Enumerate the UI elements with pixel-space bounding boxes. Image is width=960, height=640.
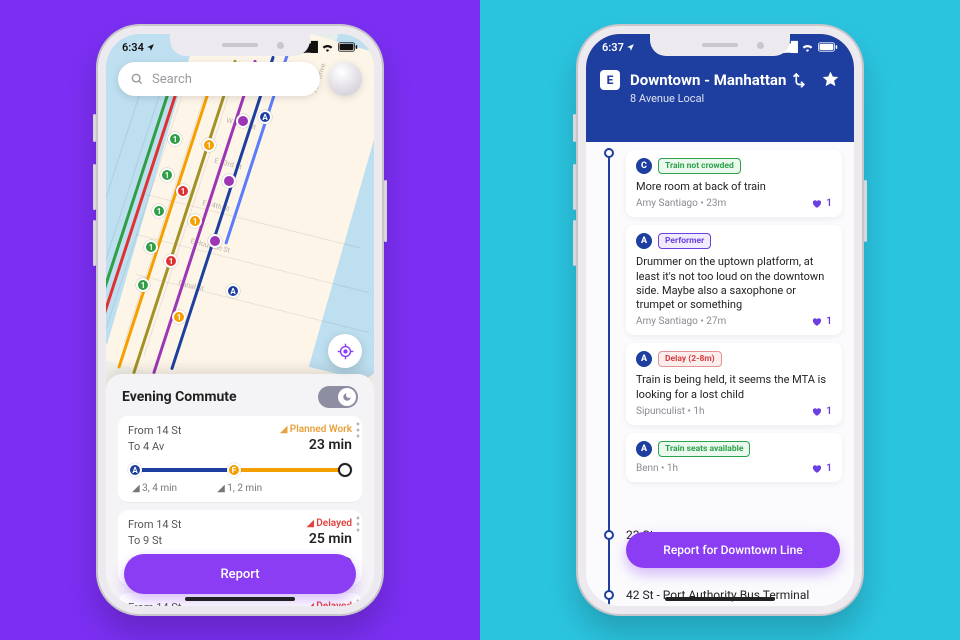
- favorite-icon[interactable]: [821, 70, 840, 94]
- leg-time: ◢ 3, 4 min: [132, 483, 177, 494]
- map-station[interactable]: 1: [202, 138, 216, 152]
- map-station[interactable]: [208, 234, 222, 248]
- more-icon[interactable]: •••: [352, 422, 364, 440]
- phone-right: 6:37 ▂▄▆█ E Downtown - Manhattan 8 Avenu…: [576, 24, 864, 616]
- screen-left: 6:34 ▂▄▆█ W: [106, 34, 374, 606]
- route-from: From 14 St: [128, 601, 181, 606]
- route-from: From 14 St: [128, 424, 181, 437]
- reports-feed[interactable]: C Train not crowded More room at back of…: [586, 142, 854, 606]
- report-card[interactable]: C Train not crowded More room at back of…: [626, 150, 842, 217]
- report-card[interactable]: A Train seats available Benn • 1h 1: [626, 433, 842, 482]
- map-station[interactable]: 1: [176, 184, 190, 198]
- report-meta: Amy Santiago • 23m: [636, 198, 726, 209]
- line-badge: A: [636, 441, 652, 457]
- line-badge: F: [227, 463, 241, 477]
- report-meta: Sipunculist • 1h: [636, 406, 705, 417]
- route-eta: 23 min: [309, 437, 352, 453]
- route-status: ◢ Delayed: [307, 601, 352, 606]
- leg-time: ◢ 1, 2 min: [217, 483, 262, 494]
- report-card[interactable]: A Performer Drummer on the uptown platfo…: [626, 225, 842, 335]
- line-badge: A: [636, 233, 652, 249]
- line-title: Downtown - Manhattan: [630, 71, 786, 89]
- report-body: Train is being held, it seems the MTA is…: [636, 373, 832, 402]
- report-tag: Performer: [658, 233, 711, 249]
- screen-right: 6:37 ▂▄▆█ E Downtown - Manhattan 8 Avenu…: [586, 34, 854, 606]
- like-button[interactable]: 1: [811, 198, 832, 209]
- map-station[interactable]: 1: [168, 132, 182, 146]
- like-button[interactable]: 1: [811, 463, 832, 474]
- map-station[interactable]: 1: [152, 204, 166, 218]
- report-line-button[interactable]: Report for Downtown Line: [626, 532, 840, 568]
- map-station[interactable]: 1: [144, 240, 158, 254]
- map-station[interactable]: 1: [188, 214, 202, 228]
- route-to: To 9 St: [128, 534, 162, 547]
- like-button[interactable]: 1: [811, 406, 832, 417]
- route-card[interactable]: ••• From 14 St ◢ Planned Work To 4 Av 23…: [118, 416, 362, 502]
- map-station[interactable]: 1: [172, 310, 186, 324]
- route-status: ◢ Planned Work: [280, 424, 352, 437]
- line-badge: C: [636, 158, 652, 174]
- sheet-title: Evening Commute: [122, 389, 237, 405]
- phone-left: 6:34 ▂▄▆█ W: [96, 24, 384, 616]
- report-card[interactable]: A Delay (2-8m) Train is being held, it s…: [626, 343, 842, 425]
- like-button[interactable]: 1: [811, 316, 832, 327]
- line-badge: E: [600, 70, 620, 90]
- map-station[interactable]: [236, 114, 250, 128]
- report-body: More room at back of train: [636, 180, 832, 194]
- map-station[interactable]: 1: [160, 168, 174, 182]
- more-icon[interactable]: •••: [352, 516, 364, 534]
- directions-icon[interactable]: [791, 71, 809, 94]
- line-badge: A: [636, 351, 652, 367]
- report-tag: Train not crowded: [658, 158, 741, 174]
- route-to: To 4 Av: [128, 440, 164, 453]
- search-icon: [130, 72, 144, 86]
- night-toggle[interactable]: [318, 386, 358, 408]
- profile-avatar[interactable]: [328, 62, 362, 96]
- report-meta: Benn • 1h: [636, 463, 678, 474]
- map-station[interactable]: A: [258, 110, 272, 124]
- moon-icon: [342, 392, 352, 402]
- map-station[interactable]: A: [226, 284, 240, 298]
- route-eta: 25 min: [309, 531, 352, 547]
- home-indicator[interactable]: [665, 597, 775, 601]
- map-station[interactable]: [222, 174, 236, 188]
- report-tag: Delay (2-8m): [658, 351, 722, 367]
- search-input[interactable]: Search: [118, 62, 320, 96]
- more-icon[interactable]: •••: [352, 599, 364, 606]
- line-end: [338, 463, 352, 477]
- map-station[interactable]: 1: [164, 254, 178, 268]
- map-station[interactable]: 1: [136, 278, 150, 292]
- locate-icon: [337, 343, 354, 360]
- locate-button[interactable]: [328, 334, 362, 368]
- report-button[interactable]: Report: [124, 554, 356, 594]
- route-from: From 14 St: [128, 518, 181, 531]
- line-badge: A: [128, 463, 142, 477]
- report-meta: Amy Santiago • 27m: [636, 316, 726, 327]
- report-tag: Train seats available: [658, 441, 750, 457]
- home-indicator[interactable]: [185, 597, 295, 601]
- report-body: Drummer on the uptown platform, at least…: [636, 255, 832, 312]
- route-status: ◢ Delayed: [307, 518, 352, 531]
